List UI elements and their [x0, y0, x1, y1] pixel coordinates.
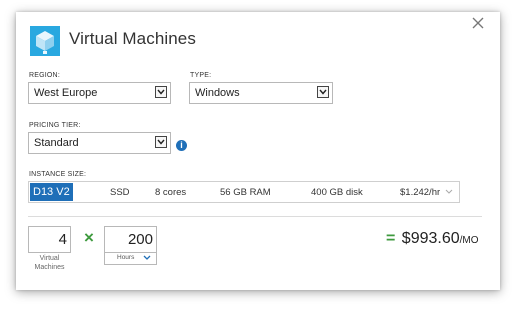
pricing-tier-label: PRICING TIER:: [29, 122, 81, 129]
vm-count-label-line1: Virtual: [39, 255, 60, 262]
total-amount: $993.60: [401, 230, 460, 247]
instance-size-select[interactable]: D13 V2 SSD 8 cores 56 GB RAM 400 GB disk…: [28, 181, 460, 203]
region-select[interactable]: West Europe: [28, 82, 171, 104]
instance-size-value: D13 V2: [30, 183, 73, 201]
vm-count-input[interactable]: 4: [28, 226, 71, 253]
dialog-title: Virtual Machines: [69, 29, 196, 48]
hours-label: Hours: [117, 254, 135, 261]
chevron-down-icon[interactable]: [317, 86, 329, 98]
hours-input[interactable]: 200: [104, 226, 157, 253]
pricing-tier-select[interactable]: Standard: [28, 132, 171, 154]
chevron-down-icon: [143, 255, 151, 260]
chevron-down-icon[interactable]: [445, 189, 453, 195]
instance-disk: 400 GB disk: [311, 187, 363, 198]
type-value: Windows: [195, 87, 240, 99]
pricing-tier-value: Standard: [34, 137, 79, 149]
instance-ram: 56 GB RAM: [220, 187, 271, 198]
type-select[interactable]: Windows: [189, 82, 333, 104]
type-label: TYPE:: [190, 72, 212, 79]
vm-count-label-line2: Machines: [34, 264, 65, 271]
virtual-machine-cube-icon: [30, 26, 60, 56]
hours-unit-select[interactable]: Hours: [104, 251, 157, 265]
instance-price: $1.242/hr: [400, 187, 441, 198]
equals-sign: =: [386, 230, 396, 247]
close-icon[interactable]: [471, 16, 487, 32]
instance-size-label: INSTANCE SIZE:: [29, 171, 87, 178]
monthly-total: = $993.60/MO: [386, 230, 479, 248]
instance-cores: 8 cores: [155, 187, 187, 198]
multiply-sign: ×: [84, 228, 94, 247]
chevron-down-icon[interactable]: [155, 136, 167, 148]
region-label: REGION:: [29, 72, 60, 79]
info-icon[interactable]: i: [176, 140, 187, 151]
instance-storage: SSD: [110, 187, 130, 198]
region-value: West Europe: [34, 87, 98, 99]
chevron-down-icon[interactable]: [155, 86, 167, 98]
vm-count-label: Virtual Machines: [28, 254, 71, 272]
per-month-label: /MO: [459, 235, 479, 246]
divider: [28, 216, 482, 217]
